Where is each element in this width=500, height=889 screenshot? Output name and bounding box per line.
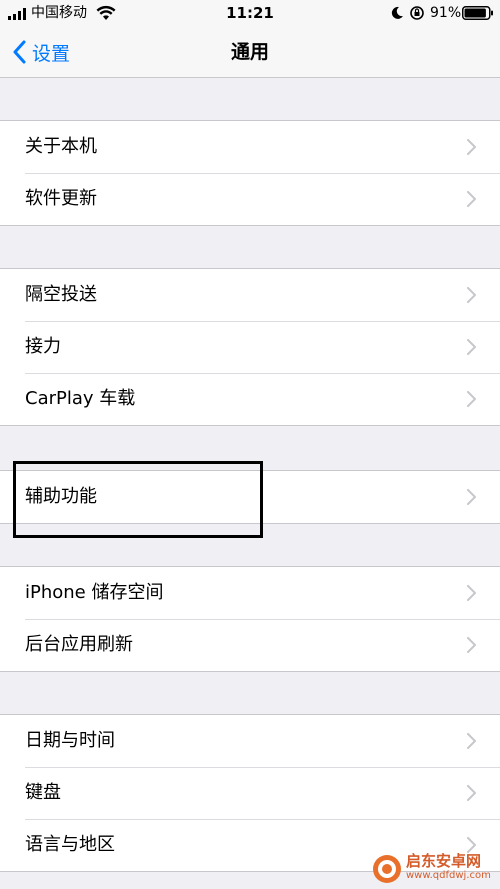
settings-row-label: 日期与时间 — [25, 730, 115, 751]
page-title: 通用 — [230, 41, 269, 63]
settings-row-label: CarPlay 车载 — [25, 388, 136, 409]
navigation-bar: 设置 通用 — [0, 28, 500, 78]
settings-row-background-refresh[interactable]: 后台应用刷新 — [0, 619, 500, 671]
chevron-right-icon — [467, 733, 476, 749]
chevron-right-icon — [467, 489, 476, 505]
watermark: 启东安卓网 www.qdfdwj.com — [372, 852, 498, 886]
battery-percentage: 91% — [430, 5, 462, 21]
settings-row-iphone-storage[interactable]: iPhone 储存空间 — [0, 567, 500, 619]
settings-row-keyboard[interactable]: 键盘 — [0, 767, 500, 819]
status-time: 11:21 — [226, 4, 274, 22]
chevron-right-icon — [467, 391, 476, 407]
orientation-lock-icon — [410, 6, 424, 20]
watermark-name: 启东安卓网 — [406, 852, 482, 870]
watermark-logo-icon — [373, 855, 401, 883]
settings-row-handoff[interactable]: 接力 — [0, 321, 500, 373]
chevron-right-icon — [467, 637, 476, 653]
chevron-right-icon — [467, 139, 476, 155]
settings-row-date-time[interactable]: 日期与时间 — [0, 715, 500, 767]
settings-group-locale: 日期与时间 键盘 语言与地区 — [0, 714, 500, 872]
settings-row-software-update[interactable]: 软件更新 — [0, 173, 500, 225]
settings-row-label: 软件更新 — [25, 188, 97, 209]
settings-group-about: 关于本机 软件更新 — [0, 120, 500, 226]
settings-general-screen: 中国移动 11:21 91% 设置 通用 关于本机 软件更新 隔空投送 接力 C… — [0, 0, 500, 889]
settings-row-label: 关于本机 — [25, 136, 97, 157]
settings-row-label: 后台应用刷新 — [25, 634, 133, 655]
chevron-right-icon — [467, 339, 476, 355]
chevron-right-icon — [467, 287, 476, 303]
moon-icon — [391, 6, 403, 19]
chevron-right-icon — [467, 191, 476, 207]
settings-row-carplay[interactable]: CarPlay 车载 — [0, 373, 500, 425]
settings-row-label: 键盘 — [25, 782, 61, 803]
chevron-right-icon — [467, 837, 476, 853]
settings-group-connectivity: 隔空投送 接力 CarPlay 车载 — [0, 268, 500, 426]
settings-row-label: iPhone 储存空间 — [25, 582, 164, 603]
chevron-right-icon — [467, 585, 476, 601]
settings-row-label: 语言与地区 — [25, 834, 115, 855]
status-bar: 中国移动 11:21 91% — [0, 0, 500, 28]
settings-group-storage: iPhone 储存空间 后台应用刷新 — [0, 566, 500, 672]
settings-row-label: 接力 — [25, 336, 61, 357]
settings-row-label: 隔空投送 — [25, 284, 97, 305]
settings-row-airdrop[interactable]: 隔空投送 — [0, 269, 500, 321]
battery-icon — [462, 6, 493, 20]
settings-row-about[interactable]: 关于本机 — [0, 121, 500, 173]
highlight-box — [13, 461, 263, 538]
chevron-right-icon — [467, 785, 476, 801]
watermark-url: www.qdfdwj.com — [406, 870, 491, 881]
